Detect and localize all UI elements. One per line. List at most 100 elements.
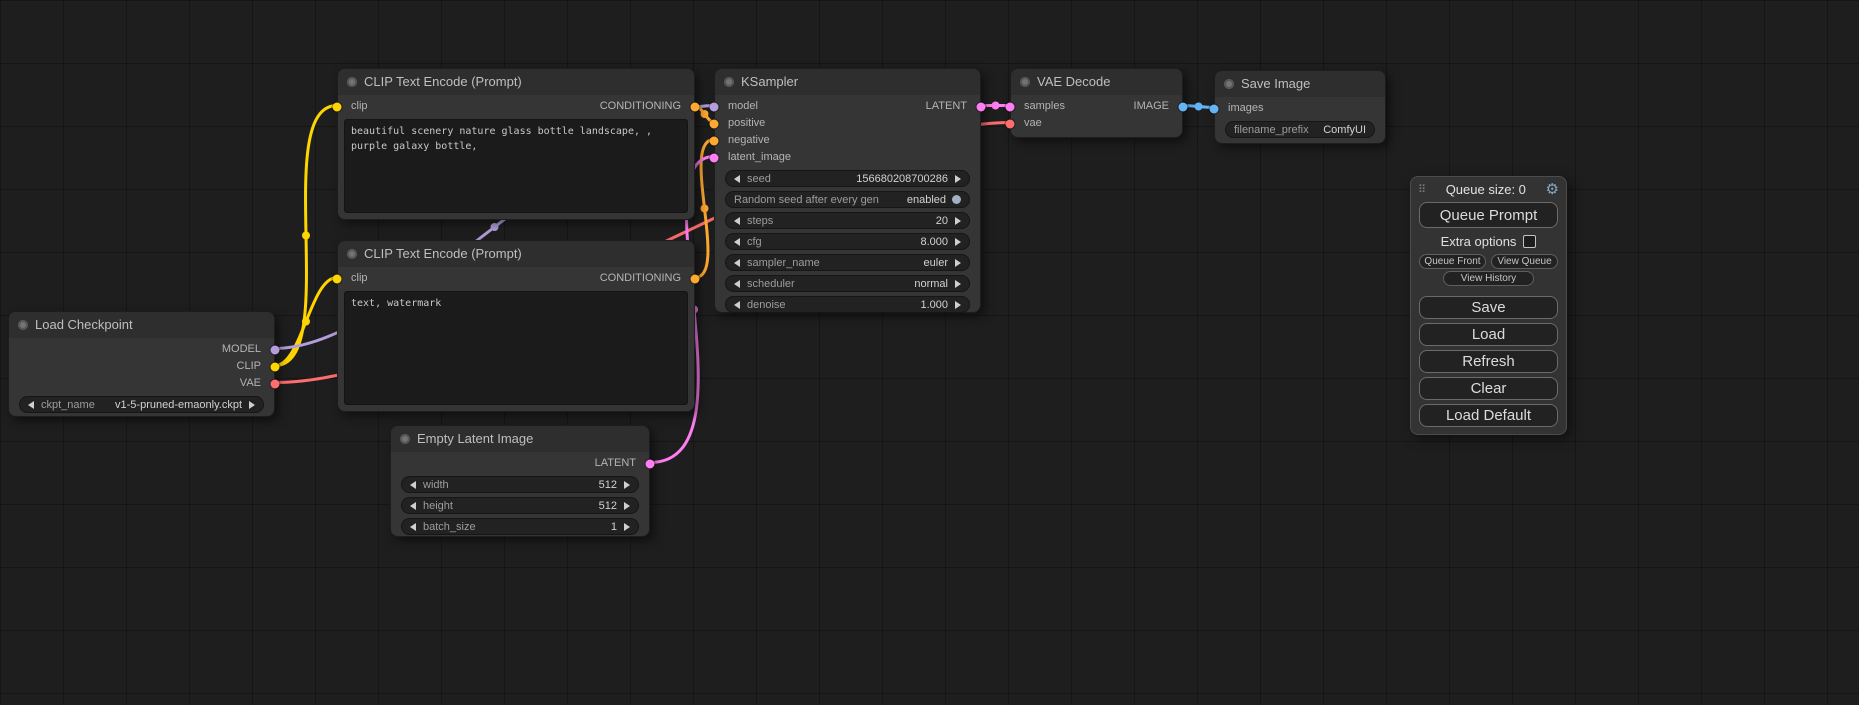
decrement-arrow-icon[interactable] xyxy=(734,175,740,183)
decrement-arrow-icon[interactable] xyxy=(410,502,416,510)
node-save-image[interactable]: Save Image images filename_prefix ComfyU… xyxy=(1214,70,1386,144)
vae-input-port[interactable] xyxy=(1006,119,1015,128)
decrement-arrow-icon[interactable] xyxy=(410,481,416,489)
node-title-bar[interactable]: CLIP Text Encode (Prompt) xyxy=(338,69,694,95)
slot-row: clip CONDITIONING xyxy=(338,270,694,287)
output-slot-label: LATENT xyxy=(595,455,636,472)
positive-prompt-textarea[interactable]: beautiful scenery nature glass bottle la… xyxy=(344,119,688,213)
node-vae-decode[interactable]: VAE Decode samples IMAGE vae xyxy=(1010,68,1183,138)
decrement-arrow-icon[interactable] xyxy=(734,301,740,309)
steps-widget[interactable]: steps 20 xyxy=(725,212,970,229)
increment-arrow-icon[interactable] xyxy=(249,401,255,409)
link-midpoint-dot xyxy=(302,318,310,326)
latent-image-input-port[interactable] xyxy=(710,153,719,162)
toggle-knob-icon[interactable] xyxy=(952,195,961,204)
slot-row: samples IMAGE xyxy=(1011,98,1182,115)
clip-input-port[interactable] xyxy=(333,102,342,111)
clip-input-port[interactable] xyxy=(333,274,342,283)
decrement-arrow-icon[interactable] xyxy=(734,259,740,267)
increment-arrow-icon[interactable] xyxy=(955,238,961,246)
image-output-port[interactable] xyxy=(1179,102,1188,111)
drag-handle-icon[interactable]: ⠿ xyxy=(1418,183,1426,196)
node-title: VAE Decode xyxy=(1037,74,1110,89)
vae-output-port[interactable] xyxy=(271,379,280,388)
node-ksampler[interactable]: KSampler model LATENT positive negative … xyxy=(714,68,981,313)
load-button[interactable]: Load xyxy=(1419,323,1558,346)
decrement-arrow-icon[interactable] xyxy=(28,401,34,409)
increment-arrow-icon[interactable] xyxy=(955,217,961,225)
denoise-widget[interactable]: denoise 1.000 xyxy=(725,296,970,313)
width-widget[interactable]: width 512 xyxy=(401,476,639,493)
negative-input-port[interactable] xyxy=(710,136,719,145)
conditioning-output-port[interactable] xyxy=(691,102,700,111)
node-load-checkpoint[interactable]: Load Checkpoint MODEL CLIP VAE ckpt_name… xyxy=(8,311,275,417)
collapse-toggle-icon[interactable] xyxy=(400,434,410,444)
queue-menu-panel[interactable]: ⠿ Queue size: 0 ⚙ Queue Prompt Extra opt… xyxy=(1410,176,1567,435)
refresh-button[interactable]: Refresh xyxy=(1419,350,1558,373)
slot-row: latent_image xyxy=(715,149,980,166)
decrement-arrow-icon[interactable] xyxy=(410,523,416,531)
collapse-toggle-icon[interactable] xyxy=(724,77,734,87)
images-input-port[interactable] xyxy=(1210,104,1219,113)
height-widget[interactable]: height 512 xyxy=(401,497,639,514)
node-clip-text-encode-negative[interactable]: CLIP Text Encode (Prompt) clip CONDITION… xyxy=(337,240,695,412)
collapse-toggle-icon[interactable] xyxy=(1224,79,1234,89)
node-title-bar[interactable]: Load Checkpoint xyxy=(9,312,274,338)
filename-prefix-widget[interactable]: filename_prefix ComfyUI xyxy=(1225,121,1375,138)
view-queue-button[interactable]: View Queue xyxy=(1491,254,1558,269)
increment-arrow-icon[interactable] xyxy=(955,280,961,288)
collapse-toggle-icon[interactable] xyxy=(18,320,28,330)
conditioning-output-port[interactable] xyxy=(691,274,700,283)
negative-prompt-textarea[interactable]: text, watermark xyxy=(344,291,688,405)
node-title: CLIP Text Encode (Prompt) xyxy=(364,74,522,89)
ckpt-name-widget[interactable]: ckpt_name v1-5-pruned-emaonly.ckpt xyxy=(19,396,264,413)
node-title-bar[interactable]: VAE Decode xyxy=(1011,69,1182,95)
cfg-widget[interactable]: cfg 8.000 xyxy=(725,233,970,250)
queue-prompt-button[interactable]: Queue Prompt xyxy=(1419,202,1558,228)
samples-input-port[interactable] xyxy=(1006,102,1015,111)
load-default-button[interactable]: Load Default xyxy=(1419,404,1558,427)
collapse-toggle-icon[interactable] xyxy=(347,249,357,259)
latent-output-port[interactable] xyxy=(646,459,655,468)
increment-arrow-icon[interactable] xyxy=(955,259,961,267)
collapse-toggle-icon[interactable] xyxy=(1020,77,1030,87)
positive-input-port[interactable] xyxy=(710,119,719,128)
decrement-arrow-icon[interactable] xyxy=(734,280,740,288)
node-title-bar[interactable]: KSampler xyxy=(715,69,980,95)
decrement-arrow-icon[interactable] xyxy=(734,217,740,225)
decrement-arrow-icon[interactable] xyxy=(734,238,740,246)
model-input-port[interactable] xyxy=(710,102,719,111)
node-graph-canvas[interactable]: Load Checkpoint MODEL CLIP VAE ckpt_name… xyxy=(0,0,1859,705)
clip-output-port[interactable] xyxy=(271,362,280,371)
collapse-toggle-icon[interactable] xyxy=(347,77,357,87)
increment-arrow-icon[interactable] xyxy=(955,301,961,309)
view-history-button[interactable]: View History xyxy=(1443,271,1534,286)
extra-options-checkbox[interactable] xyxy=(1523,235,1536,248)
node-title-bar[interactable]: Empty Latent Image xyxy=(391,426,649,452)
increment-arrow-icon[interactable] xyxy=(624,481,630,489)
increment-arrow-icon[interactable] xyxy=(955,175,961,183)
queue-front-button[interactable]: Queue Front xyxy=(1419,254,1486,269)
batch-size-widget[interactable]: batch_size 1 xyxy=(401,518,639,535)
latent-output-port[interactable] xyxy=(977,102,986,111)
seed-widget[interactable]: seed 156680208700286 xyxy=(725,170,970,187)
clear-button[interactable]: Clear xyxy=(1419,377,1558,400)
slot-row: vae xyxy=(1011,115,1182,132)
slot-row: positive xyxy=(715,115,980,132)
node-empty-latent-image[interactable]: Empty Latent Image LATENT width 512 heig… xyxy=(390,425,650,537)
node-title-bar[interactable]: CLIP Text Encode (Prompt) xyxy=(338,241,694,267)
random-seed-toggle-widget[interactable]: Random seed after every gen enabled xyxy=(725,191,970,208)
node-clip-text-encode-positive[interactable]: CLIP Text Encode (Prompt) clip CONDITION… xyxy=(337,68,695,220)
input-slot-label: latent_image xyxy=(728,149,791,166)
sampler-name-widget[interactable]: sampler_name euler xyxy=(725,254,970,271)
scheduler-widget[interactable]: scheduler normal xyxy=(725,275,970,292)
node-title-bar[interactable]: Save Image xyxy=(1215,71,1385,97)
save-button[interactable]: Save xyxy=(1419,296,1558,319)
slot-row: model LATENT xyxy=(715,98,980,115)
increment-arrow-icon[interactable] xyxy=(624,523,630,531)
model-output-port[interactable] xyxy=(271,345,280,354)
settings-gear-icon[interactable]: ⚙ xyxy=(1546,182,1559,197)
output-slot-label: CONDITIONING xyxy=(600,98,681,115)
increment-arrow-icon[interactable] xyxy=(624,502,630,510)
input-slot-label: negative xyxy=(728,132,770,149)
